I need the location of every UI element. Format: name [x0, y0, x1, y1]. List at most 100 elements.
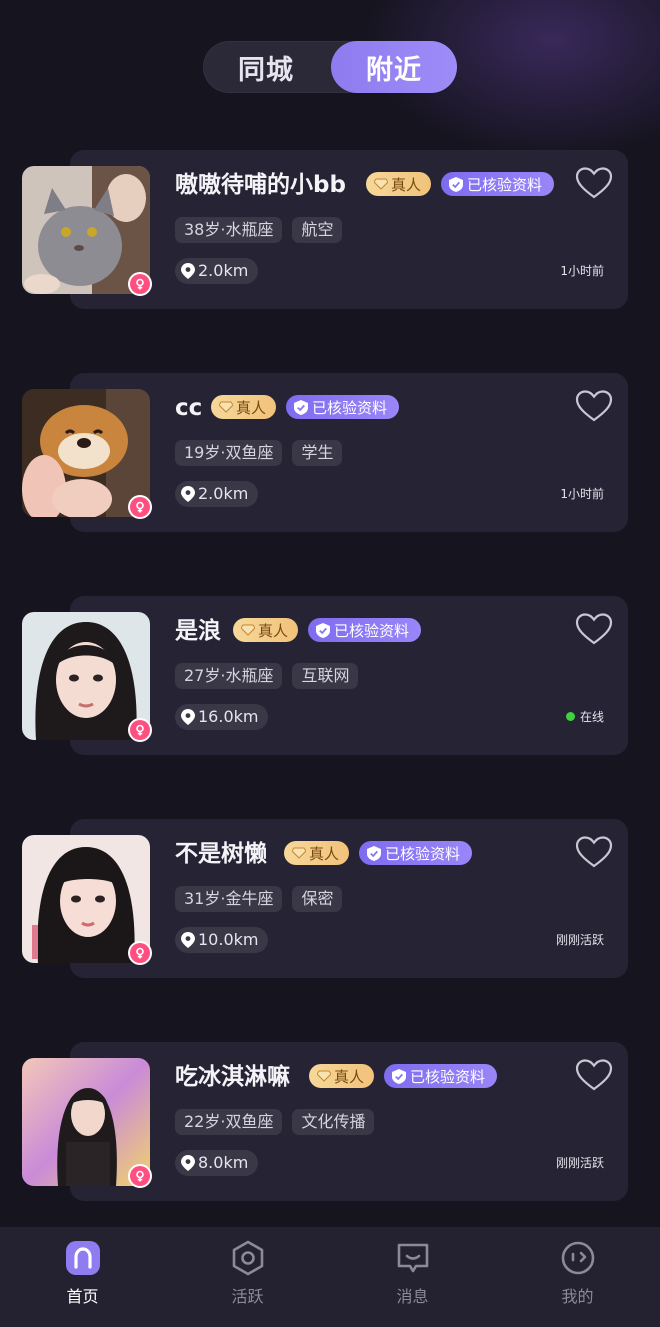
- activity-status-text: 刚刚活跃: [555, 933, 604, 947]
- heart-icon[interactable]: [575, 835, 613, 869]
- real-person-label: 真人: [258, 621, 289, 640]
- age-zodiac-tag: 38岁·水瓶座: [175, 217, 283, 243]
- location-pin-icon: [181, 263, 195, 279]
- avatar[interactable]: [22, 389, 150, 517]
- real-person-badge: 真人: [309, 1064, 375, 1088]
- real-person-label: 真人: [236, 398, 267, 417]
- real-person-badge: 真人: [233, 618, 299, 642]
- user-card[interactable]: 吃冰淇淋嘛 真人 已核验资料 22岁·双鱼座 文化传播 8.0km 刚刚活跃: [0, 1042, 660, 1202]
- location-pin-icon: [181, 709, 195, 725]
- age-zodiac-tag: 27岁·水瓶座: [175, 663, 283, 689]
- real-person-label: 真人: [334, 1067, 365, 1086]
- occupation-tag: 文化传播: [292, 1109, 375, 1135]
- profile-face-icon: [561, 1241, 594, 1275]
- location-pin-icon: [181, 486, 195, 502]
- tab-switcher: 同城 附近: [203, 41, 457, 93]
- real-person-badge: 真人: [211, 395, 277, 419]
- user-name: 不是树懒: [175, 841, 267, 867]
- real-person-label: 真人: [309, 844, 340, 863]
- verified-label: 已核验资料: [385, 844, 461, 863]
- avatar[interactable]: [22, 835, 150, 963]
- heart-icon[interactable]: [575, 1058, 613, 1092]
- user-name: 吃冰淇淋嘛: [175, 1064, 290, 1090]
- location-pin-icon: [181, 1155, 195, 1171]
- nav-profile[interactable]: 我的: [495, 1227, 660, 1327]
- activity-status-text: 1小时前: [560, 487, 604, 501]
- shield-check-icon: [449, 176, 464, 192]
- badge-group: 真人 已核验资料: [211, 395, 400, 419]
- distance-pill: 10.0km: [175, 927, 269, 953]
- nav-active-label: 活跃: [231, 1287, 264, 1306]
- verified-label: 已核验资料: [334, 621, 410, 640]
- location-pin-icon: [181, 932, 195, 948]
- activity-status-text: 刚刚活跃: [555, 1156, 604, 1170]
- tag-list: 22岁·双鱼座 文化传播: [175, 1109, 375, 1135]
- activity-status: 刚刚活跃: [556, 1154, 604, 1171]
- message-icon: [397, 1243, 428, 1273]
- verified-badge: 已核验资料: [286, 395, 400, 419]
- activity-status: 在线: [565, 708, 604, 725]
- tag-list: 27岁·水瓶座 互联网: [175, 663, 359, 689]
- heart-icon[interactable]: [575, 166, 613, 200]
- activity-status-text: 在线: [579, 710, 604, 724]
- avatar[interactable]: [22, 166, 150, 294]
- badge-group: 真人 已核验资料: [309, 1064, 498, 1088]
- bottom-nav: 首页 活跃 消息 我的: [0, 1227, 660, 1327]
- verified-badge: 已核验资料: [308, 618, 422, 642]
- distance-value: 16.0km: [198, 707, 259, 726]
- distance-pill: 16.0km: [175, 704, 269, 730]
- user-card[interactable]: 是浪 真人 已核验资料 27岁·水瓶座 互联网 16.0km 在线: [0, 596, 660, 756]
- nav-messages[interactable]: 消息: [330, 1227, 495, 1327]
- avatar[interactable]: [22, 612, 150, 740]
- occupation-tag: 互联网: [292, 663, 359, 689]
- distance-value: 10.0km: [198, 930, 259, 949]
- user-name: 是浪: [175, 618, 221, 644]
- occupation-tag: 保密: [292, 886, 343, 912]
- shield-check-icon: [294, 399, 309, 415]
- heart-icon[interactable]: [575, 389, 613, 423]
- real-person-label: 真人: [391, 175, 422, 194]
- nav-home[interactable]: 首页: [0, 1227, 165, 1327]
- user-card[interactable]: 不是树懒 真人 已核验资料 31岁·金牛座 保密 10.0km 刚刚活跃: [0, 819, 660, 979]
- activity-status: 1小时前: [560, 262, 604, 279]
- nav-profile-label: 我的: [561, 1287, 594, 1306]
- user-card[interactable]: cc 真人 已核验资料 19岁·双鱼座 学生 2.0km 1小时前: [0, 373, 660, 533]
- female-gender-icon: [130, 943, 150, 963]
- tag-list: 38岁·水瓶座 航空: [175, 217, 343, 243]
- verified-label: 已核验资料: [467, 175, 543, 194]
- verified-label: 已核验资料: [312, 398, 388, 417]
- age-zodiac-tag: 22岁·双鱼座: [175, 1109, 283, 1135]
- activity-status-text: 1小时前: [560, 264, 604, 278]
- distance-pill: 8.0km: [175, 1150, 259, 1176]
- user-name: cc: [175, 395, 203, 421]
- distance-value: 2.0km: [198, 261, 249, 280]
- tab-nearby[interactable]: 附近: [331, 41, 457, 93]
- activity-status: 1小时前: [560, 485, 604, 502]
- nav-active[interactable]: 活跃: [165, 1227, 330, 1327]
- age-zodiac-tag: 19岁·双鱼座: [175, 440, 283, 466]
- tab-same-city[interactable]: 同城: [203, 41, 329, 93]
- heart-icon[interactable]: [575, 612, 613, 646]
- diamond-icon: [241, 624, 255, 636]
- female-gender-icon: [130, 497, 150, 517]
- badge-group: 真人 已核验资料: [284, 841, 473, 865]
- tag-list: 19岁·双鱼座 学生: [175, 440, 343, 466]
- target-icon: [232, 1240, 263, 1276]
- badge-group: 真人 已核验资料: [366, 172, 555, 196]
- shield-check-icon: [367, 845, 382, 861]
- distance-value: 8.0km: [198, 1153, 249, 1172]
- diamond-icon: [374, 178, 388, 190]
- distance-value: 2.0km: [198, 484, 249, 503]
- occupation-tag: 航空: [292, 217, 343, 243]
- nav-home-label: 首页: [66, 1287, 99, 1306]
- verified-badge: 已核验资料: [384, 1064, 498, 1088]
- nav-messages-label: 消息: [396, 1287, 429, 1306]
- avatar[interactable]: [22, 1058, 150, 1186]
- user-card[interactable]: 嗷嗷待哺的小bb 真人 已核验资料 38岁·水瓶座 航空 2.0km 1小时前: [0, 150, 660, 310]
- diamond-icon: [292, 847, 306, 859]
- badge-group: 真人 已核验资料: [233, 618, 422, 642]
- distance-pill: 2.0km: [175, 258, 259, 284]
- tag-list: 31岁·金牛座 保密: [175, 886, 343, 912]
- age-zodiac-tag: 31岁·金牛座: [175, 886, 283, 912]
- verified-badge: 已核验资料: [359, 841, 473, 865]
